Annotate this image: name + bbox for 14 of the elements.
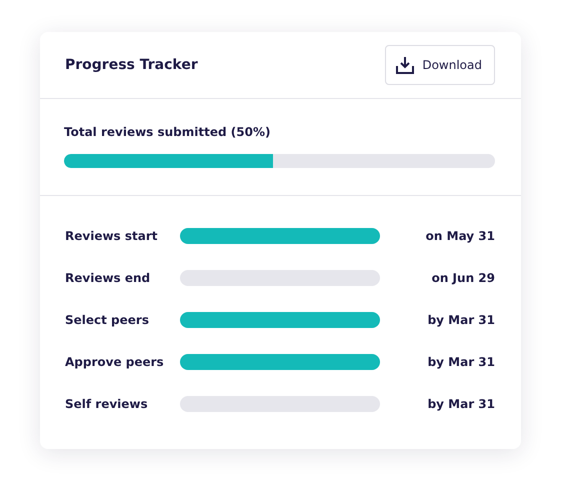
total-label: Total reviews submitted (50%) — [64, 125, 272, 139]
milestone-date: by Mar 31 — [428, 312, 495, 326]
milestone-date: by Mar 31 — [428, 396, 495, 410]
download-icon — [396, 56, 414, 74]
milestone-date: on Jun 29 — [432, 270, 495, 284]
milestone-name: Approve peers — [65, 354, 165, 368]
milestone-date: by Mar 31 — [428, 354, 495, 368]
milestone-name: Self reviews — [65, 396, 149, 410]
card-title: Progress Tracker — [65, 57, 198, 73]
milestone-name: Select peers — [65, 312, 150, 326]
download-button[interactable]: Download — [385, 45, 495, 85]
milestone-name: Reviews end — [65, 270, 152, 284]
milestone-name: Reviews start — [65, 228, 158, 242]
milestone-date: on May 31 — [426, 228, 495, 242]
